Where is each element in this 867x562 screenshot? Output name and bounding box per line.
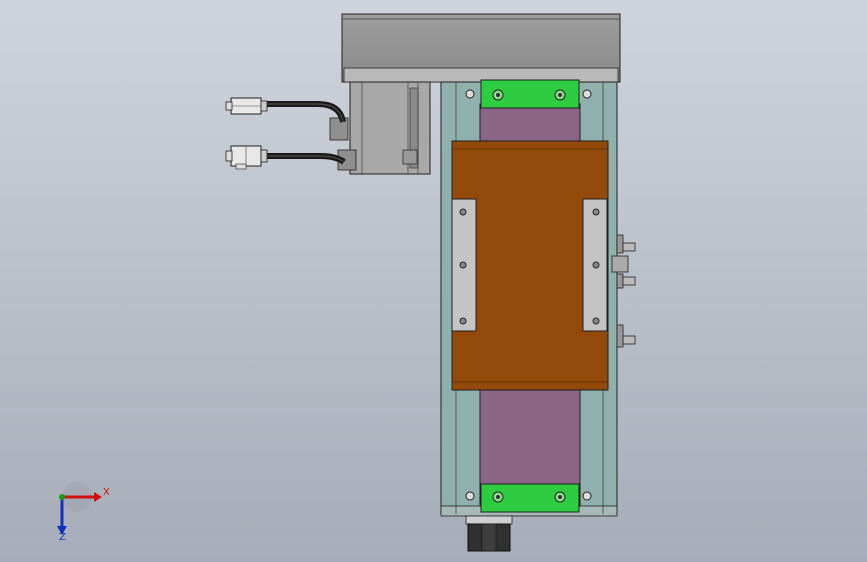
end-block-top[interactable] — [480, 79, 580, 109]
top-cover[interactable] — [341, 13, 621, 83]
connector-icon[interactable] — [225, 145, 268, 170]
bracket-right[interactable] — [582, 198, 608, 332]
cad-viewport[interactable]: X Z — [0, 0, 867, 562]
bracket-left[interactable] — [451, 198, 477, 332]
mount-screw-bottom-right — [582, 491, 592, 501]
connector-icon[interactable] — [225, 97, 268, 115]
triad-z-label: Z — [59, 532, 66, 543]
mount-screw-top-right — [582, 89, 592, 99]
end-block-bottom[interactable] — [480, 483, 580, 513]
model-canvas[interactable] — [0, 0, 867, 562]
mount-screw-top-left — [465, 89, 475, 99]
mount-screw-bottom-left — [465, 491, 475, 501]
triad-x-label: X — [103, 487, 110, 498]
shaft-coupling[interactable] — [465, 515, 513, 552]
viewport-background — [0, 0, 867, 562]
